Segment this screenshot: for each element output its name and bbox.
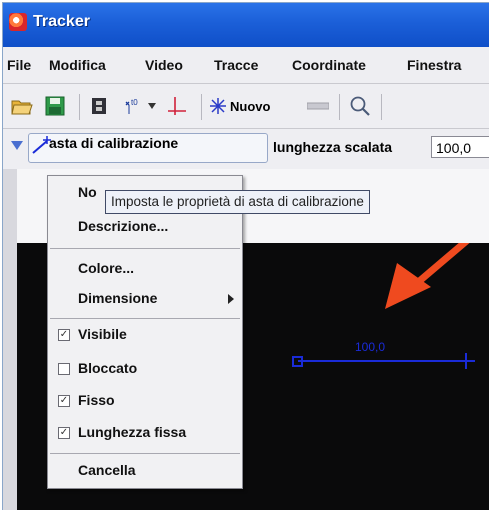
submenu-arrow-icon bbox=[228, 294, 234, 304]
menu-bar: File Modifica Video Tracce Coordinate Fi… bbox=[3, 47, 489, 84]
ruler-icon[interactable] bbox=[307, 94, 329, 118]
asterisk-icon bbox=[210, 98, 226, 114]
calibration-stick[interactable] bbox=[292, 353, 475, 369]
coordinate-axes-icon[interactable] bbox=[166, 94, 188, 118]
menu-video[interactable]: Video bbox=[145, 57, 183, 73]
menu-item-size[interactable]: Dimensione bbox=[78, 290, 157, 306]
svg-text:t0: t0 bbox=[131, 98, 138, 107]
menu-item-locked[interactable]: Bloccato bbox=[78, 360, 137, 376]
menu-item-delete[interactable]: Cancella bbox=[78, 462, 136, 478]
window-title: Tracker bbox=[33, 13, 90, 30]
left-panel-edge bbox=[3, 169, 17, 510]
calibration-toolbar: asta di calibrazione lunghezza scalata 1… bbox=[3, 129, 489, 170]
tracker-window: Tracker File Modifica Video Tracce Coord… bbox=[2, 2, 489, 510]
menu-item-fixed[interactable]: Fisso bbox=[78, 392, 115, 408]
new-track-label: Nuovo bbox=[230, 98, 271, 114]
save-icon[interactable] bbox=[45, 94, 65, 118]
scaled-length-label: lunghezza scalata bbox=[273, 139, 393, 155]
title-bar: Tracker bbox=[3, 3, 489, 47]
locked-checkbox[interactable] bbox=[58, 363, 70, 375]
menu-tracce[interactable]: Tracce bbox=[214, 57, 258, 73]
new-track-button[interactable]: Nuovo bbox=[209, 94, 270, 118]
calibration-stick-value: 100,0 bbox=[355, 340, 385, 354]
film-strip-icon[interactable] bbox=[91, 94, 107, 118]
menu-item-visible[interactable]: Visibile bbox=[78, 326, 127, 342]
menu-coordinate[interactable]: Coordinate bbox=[292, 57, 366, 73]
calibration-track-label: asta di calibrazione bbox=[49, 135, 179, 151]
menu-item-name[interactable]: No bbox=[78, 184, 97, 200]
visible-checkbox[interactable]: ✓ bbox=[58, 329, 70, 341]
tracker-app-icon bbox=[9, 13, 27, 31]
menu-modifica[interactable]: Modifica bbox=[49, 57, 106, 73]
fixed-length-checkbox[interactable]: ✓ bbox=[58, 427, 70, 439]
menu-item-description[interactable]: Descrizione... bbox=[78, 218, 168, 234]
pointer-arrow bbox=[385, 243, 470, 309]
track-context-menu: No Descrizione... Colore... Dimensione ✓… bbox=[47, 175, 243, 489]
menu-item-color[interactable]: Colore... bbox=[78, 260, 134, 276]
dropdown-arrow-icon[interactable] bbox=[148, 94, 156, 118]
track-point-icon[interactable]: t0 bbox=[123, 94, 145, 118]
menu-file[interactable]: File bbox=[7, 57, 31, 73]
menu-item-fixed-length[interactable]: Lunghezza fissa bbox=[78, 424, 186, 440]
main-toolbar: t0 Nuovo bbox=[3, 84, 489, 129]
zoom-magnifier-icon[interactable] bbox=[349, 94, 371, 118]
menu-finestra[interactable]: Finestra bbox=[407, 57, 461, 73]
scaled-length-field[interactable]: 100,0 bbox=[431, 136, 489, 158]
open-folder-icon[interactable] bbox=[11, 94, 33, 118]
fixed-checkbox[interactable]: ✓ bbox=[58, 395, 70, 407]
tooltip: Imposta le proprietà di asta di calibraz… bbox=[105, 190, 370, 214]
expand-triangle-icon[interactable] bbox=[11, 141, 23, 150]
